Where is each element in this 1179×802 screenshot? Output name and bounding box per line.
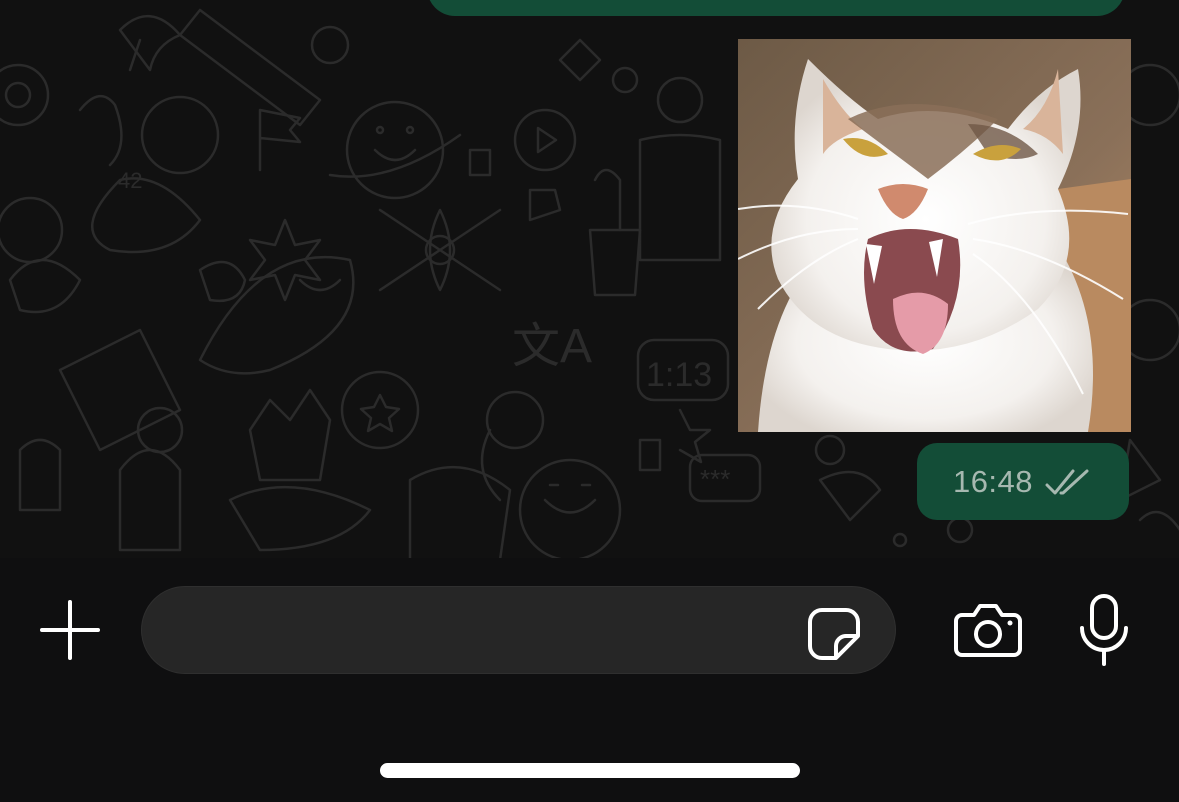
chat-area[interactable]: 42 文A 1:13 *** 16:48 (0, 0, 1179, 558)
microphone-button[interactable] (1072, 590, 1136, 670)
camera-icon (954, 604, 1022, 657)
svg-text:***: *** (700, 464, 730, 494)
svg-text:1:13: 1:13 (646, 356, 712, 394)
svg-text:42: 42 (118, 168, 142, 193)
camera-button[interactable] (948, 596, 1028, 664)
cat-sticker-image[interactable] (738, 39, 1131, 432)
message-input[interactable] (172, 587, 796, 675)
double-check-icon (1045, 469, 1089, 494)
cat-sticker-graphic (738, 39, 1131, 432)
message-time: 16:48 (952, 463, 1034, 499)
plus-icon (40, 600, 100, 660)
attach-button[interactable] (36, 596, 104, 664)
sticker-icon (808, 608, 860, 660)
message-meta-bubble[interactable]: 16:48 (917, 443, 1129, 520)
microphone-icon (1080, 594, 1128, 666)
svg-text:文A: 文A (512, 320, 592, 373)
sticker-button[interactable] (800, 600, 868, 668)
previous-message-bubble[interactable] (427, 0, 1125, 16)
home-indicator[interactable] (380, 763, 800, 778)
message-text-field[interactable] (141, 586, 896, 675)
